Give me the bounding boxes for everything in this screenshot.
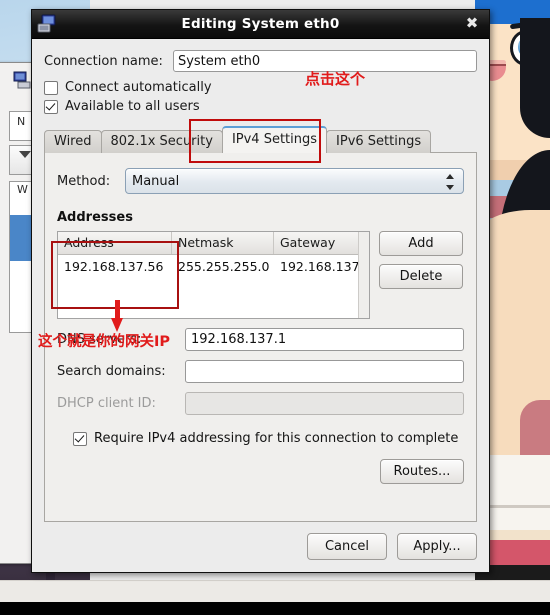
apply-button[interactable]: Apply...: [397, 533, 477, 560]
method-selected-value: Manual: [132, 173, 180, 189]
require-ipv4-row[interactable]: Require IPv4 addressing for this connect…: [73, 431, 464, 446]
table-header-row: Address Netmask Gateway: [58, 232, 369, 255]
cell-netmask[interactable]: 255.255.255.0: [172, 255, 274, 279]
dialog-titlebar[interactable]: Editing System eth0 ✖: [32, 10, 489, 39]
dhcp-client-id-row: DHCP client ID:: [57, 392, 464, 415]
connect-automatically-row[interactable]: Connect automatically: [44, 80, 489, 95]
method-label: Method:: [57, 173, 111, 189]
dhcp-client-id-label: DHCP client ID:: [57, 396, 156, 411]
dialog-footer: Cancel Apply...: [32, 522, 489, 572]
dns-servers-label: DNS servers:: [57, 332, 142, 347]
connect-automatically-checkbox[interactable]: [44, 80, 58, 95]
updown-arrows-icon: [446, 173, 455, 191]
chevron-down-icon: [19, 151, 31, 158]
tab-ipv6-settings[interactable]: IPv6 Settings: [326, 130, 432, 153]
available-all-users-label: Available to all users: [65, 99, 200, 114]
cell-address[interactable]: 192.168.137.56: [58, 255, 172, 279]
column-header-address[interactable]: Address: [58, 232, 172, 254]
require-ipv4-checkbox[interactable]: [73, 431, 87, 446]
addresses-table[interactable]: Address Netmask Gateway 192.168.137.56 2…: [57, 231, 370, 319]
table-row[interactable]: 192.168.137.56 255.255.255.0 192.168.137…: [58, 255, 369, 279]
add-address-button[interactable]: Add: [379, 231, 463, 256]
cancel-button[interactable]: Cancel: [307, 533, 387, 560]
dhcp-client-id-input: [185, 392, 464, 415]
desktop-taskbar: [0, 602, 550, 615]
background-window-text: N: [17, 115, 26, 128]
connection-name-row: Connection name:: [44, 50, 477, 72]
desktop-bottom-panel: [0, 580, 550, 603]
addresses-heading: Addresses: [57, 210, 133, 225]
method-row: Method: Manual: [57, 168, 464, 194]
connect-automatically-label: Connect automatically: [65, 80, 212, 95]
addresses-area: Address Netmask Gateway 192.168.137.56 2…: [57, 231, 464, 319]
connection-name-label: Connection name:: [44, 53, 163, 69]
available-all-users-checkbox[interactable]: [44, 99, 58, 114]
address-buttons: Add Delete: [379, 231, 463, 289]
background-window-list-text: W: [17, 183, 28, 196]
column-header-gateway[interactable]: Gateway: [274, 232, 369, 254]
connection-name-input[interactable]: [172, 50, 477, 72]
dialog-body: Connection name: Connect automatically A…: [32, 39, 489, 572]
tab-8021x-security[interactable]: 802.1x Security: [100, 130, 223, 153]
ipv4-settings-panel: Method: Manual Addresses Address Netmask…: [44, 152, 477, 522]
dns-servers-row: DNS servers:: [57, 328, 464, 351]
routes-button[interactable]: Routes...: [380, 459, 464, 484]
tab-wired[interactable]: Wired: [44, 130, 102, 153]
column-header-netmask[interactable]: Netmask: [172, 232, 274, 254]
addresses-table-scrollbar[interactable]: [358, 232, 369, 318]
dns-servers-input[interactable]: [185, 328, 464, 351]
method-select[interactable]: Manual: [125, 168, 464, 194]
tab-ipv4-settings[interactable]: IPv4 Settings: [221, 126, 328, 153]
dialog-title: Editing System eth0: [181, 16, 340, 32]
require-ipv4-label: Require IPv4 addressing for this connect…: [94, 431, 459, 446]
delete-address-button[interactable]: Delete: [379, 264, 463, 289]
search-domains-row: Search domains:: [57, 360, 464, 383]
settings-tablist: Wired 802.1x Security IPv4 Settings IPv6…: [44, 126, 489, 153]
close-icon[interactable]: ✖: [464, 16, 480, 32]
editing-connection-dialog: Editing System eth0 ✖ Connection name: C…: [31, 9, 490, 573]
search-domains-label: Search domains:: [57, 364, 166, 379]
search-domains-input[interactable]: [185, 360, 464, 383]
routes-button-wrap: Routes...: [57, 459, 464, 484]
cell-gateway[interactable]: 192.168.137.1: [274, 255, 369, 279]
available-all-users-row[interactable]: Available to all users: [44, 99, 489, 114]
